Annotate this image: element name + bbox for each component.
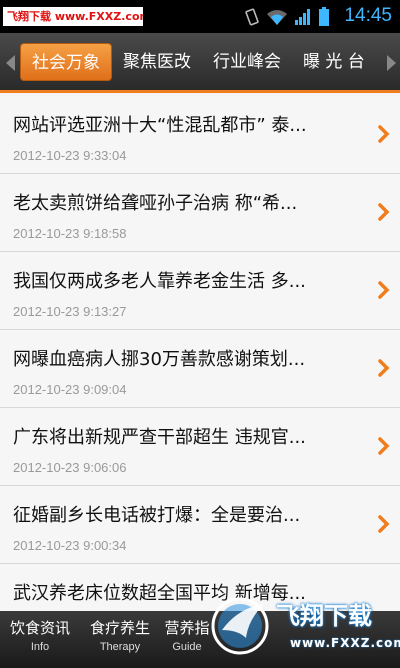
vibrate-icon: [245, 8, 259, 26]
tab-hangye-fenghui[interactable]: 行业峰会: [202, 43, 292, 81]
chevron-right-icon: [378, 125, 390, 143]
scroll-right-icon[interactable]: [387, 55, 396, 71]
chevron-right-icon: [378, 203, 390, 221]
list-item[interactable]: 征婚副乡长电话被打爆：全是要治... 2012-10-23 9:00:34: [0, 486, 400, 564]
signal-icon: [295, 9, 310, 25]
status-icons: [244, 7, 330, 27]
news-time: 2012-10-23 9:33:04: [13, 148, 127, 163]
list-item[interactable]: 老太卖煎饼给聋哑孙子治病 称“希... 2012-10-23 9:18:58: [0, 174, 400, 252]
news-title: 征婚副乡长电话被打爆：全是要治...: [13, 505, 301, 526]
news-time: 2012-10-23 9:13:27: [13, 304, 127, 319]
scroll-left-icon[interactable]: [6, 55, 15, 71]
list-item[interactable]: 网曝血癌病人挪30万善款感谢策划... 2012-10-23 9:09:04: [0, 330, 400, 408]
news-time: 2012-10-23 9:18:58: [13, 226, 127, 241]
chevron-right-icon: [378, 437, 390, 455]
tab-jujiao-yigai[interactable]: 聚焦医改: [112, 43, 202, 81]
bottom-nav-label: 食疗养生: [89, 619, 150, 637]
list-item[interactable]: 我国仅两成多老人靠养老金生活 多... 2012-10-23 9:13:27: [0, 252, 400, 330]
list-item[interactable]: 广东将出新规严查干部超生 违规官... 2012-10-23 9:06:06: [0, 408, 400, 486]
news-title: 网曝血癌病人挪30万善款感谢策划...: [13, 349, 306, 370]
clock: 14:45: [344, 5, 392, 26]
tab-baoguangtai[interactable]: 曝 光 台: [292, 43, 376, 81]
news-title: 老太卖煎饼给聋哑孙子治病 称“希...: [13, 193, 298, 214]
news-title: 我国仅两成多老人靠养老金生活 多...: [13, 271, 306, 292]
news-list: 网站评选亚洲十大“性混乱都市” 泰... 2012-10-23 9:33:04 …: [0, 96, 400, 642]
watermark-text: 飞翔下载: [276, 602, 372, 630]
bottom-nav-label: 饮食资讯: [9, 619, 70, 637]
battery-icon: [319, 7, 329, 26]
tab-shehui-wanxiang[interactable]: 社会万象: [20, 43, 112, 81]
watermark-logo-icon: [211, 597, 269, 655]
news-title: 广东将出新规严查干部超生 违规官...: [13, 427, 306, 448]
watermark-top-left: 飞翔下载 www.FXXZ.com: [3, 7, 143, 26]
news-time: 2012-10-23 9:00:34: [13, 538, 127, 553]
watermark-logo: 飞翔下载 www.FXXZ.com: [204, 588, 400, 668]
bottom-nav-sub: Therapy: [99, 641, 141, 653]
list-item[interactable]: 网站评选亚洲十大“性混乱都市” 泰... 2012-10-23 9:33:04: [0, 96, 400, 174]
news-title: 网站评选亚洲十大“性混乱都市” 泰...: [13, 115, 307, 136]
wifi-icon: [267, 10, 287, 25]
bottom-nav-therapy[interactable]: 食疗养生 Therapy: [82, 617, 158, 653]
status-bar: 飞翔下载 www.FXXZ.com 14:45: [0, 0, 400, 33]
category-tab-bar: 社会万象 聚焦医改 行业峰会 曝 光 台: [0, 33, 400, 93]
news-time: 2012-10-23 9:09:04: [13, 382, 127, 397]
chevron-right-icon: [378, 359, 390, 377]
watermark-url: www.FXXZ.com: [290, 636, 400, 650]
tabs: 社会万象 聚焦医改 行业峰会 曝 光 台: [20, 43, 376, 81]
chevron-right-icon: [378, 515, 390, 533]
bottom-nav-info[interactable]: 饮食资讯 Info: [2, 617, 78, 653]
news-time: 2012-10-23 9:06:06: [13, 460, 127, 475]
bottom-nav-sub: Info: [30, 641, 50, 653]
chevron-right-icon: [378, 281, 390, 299]
